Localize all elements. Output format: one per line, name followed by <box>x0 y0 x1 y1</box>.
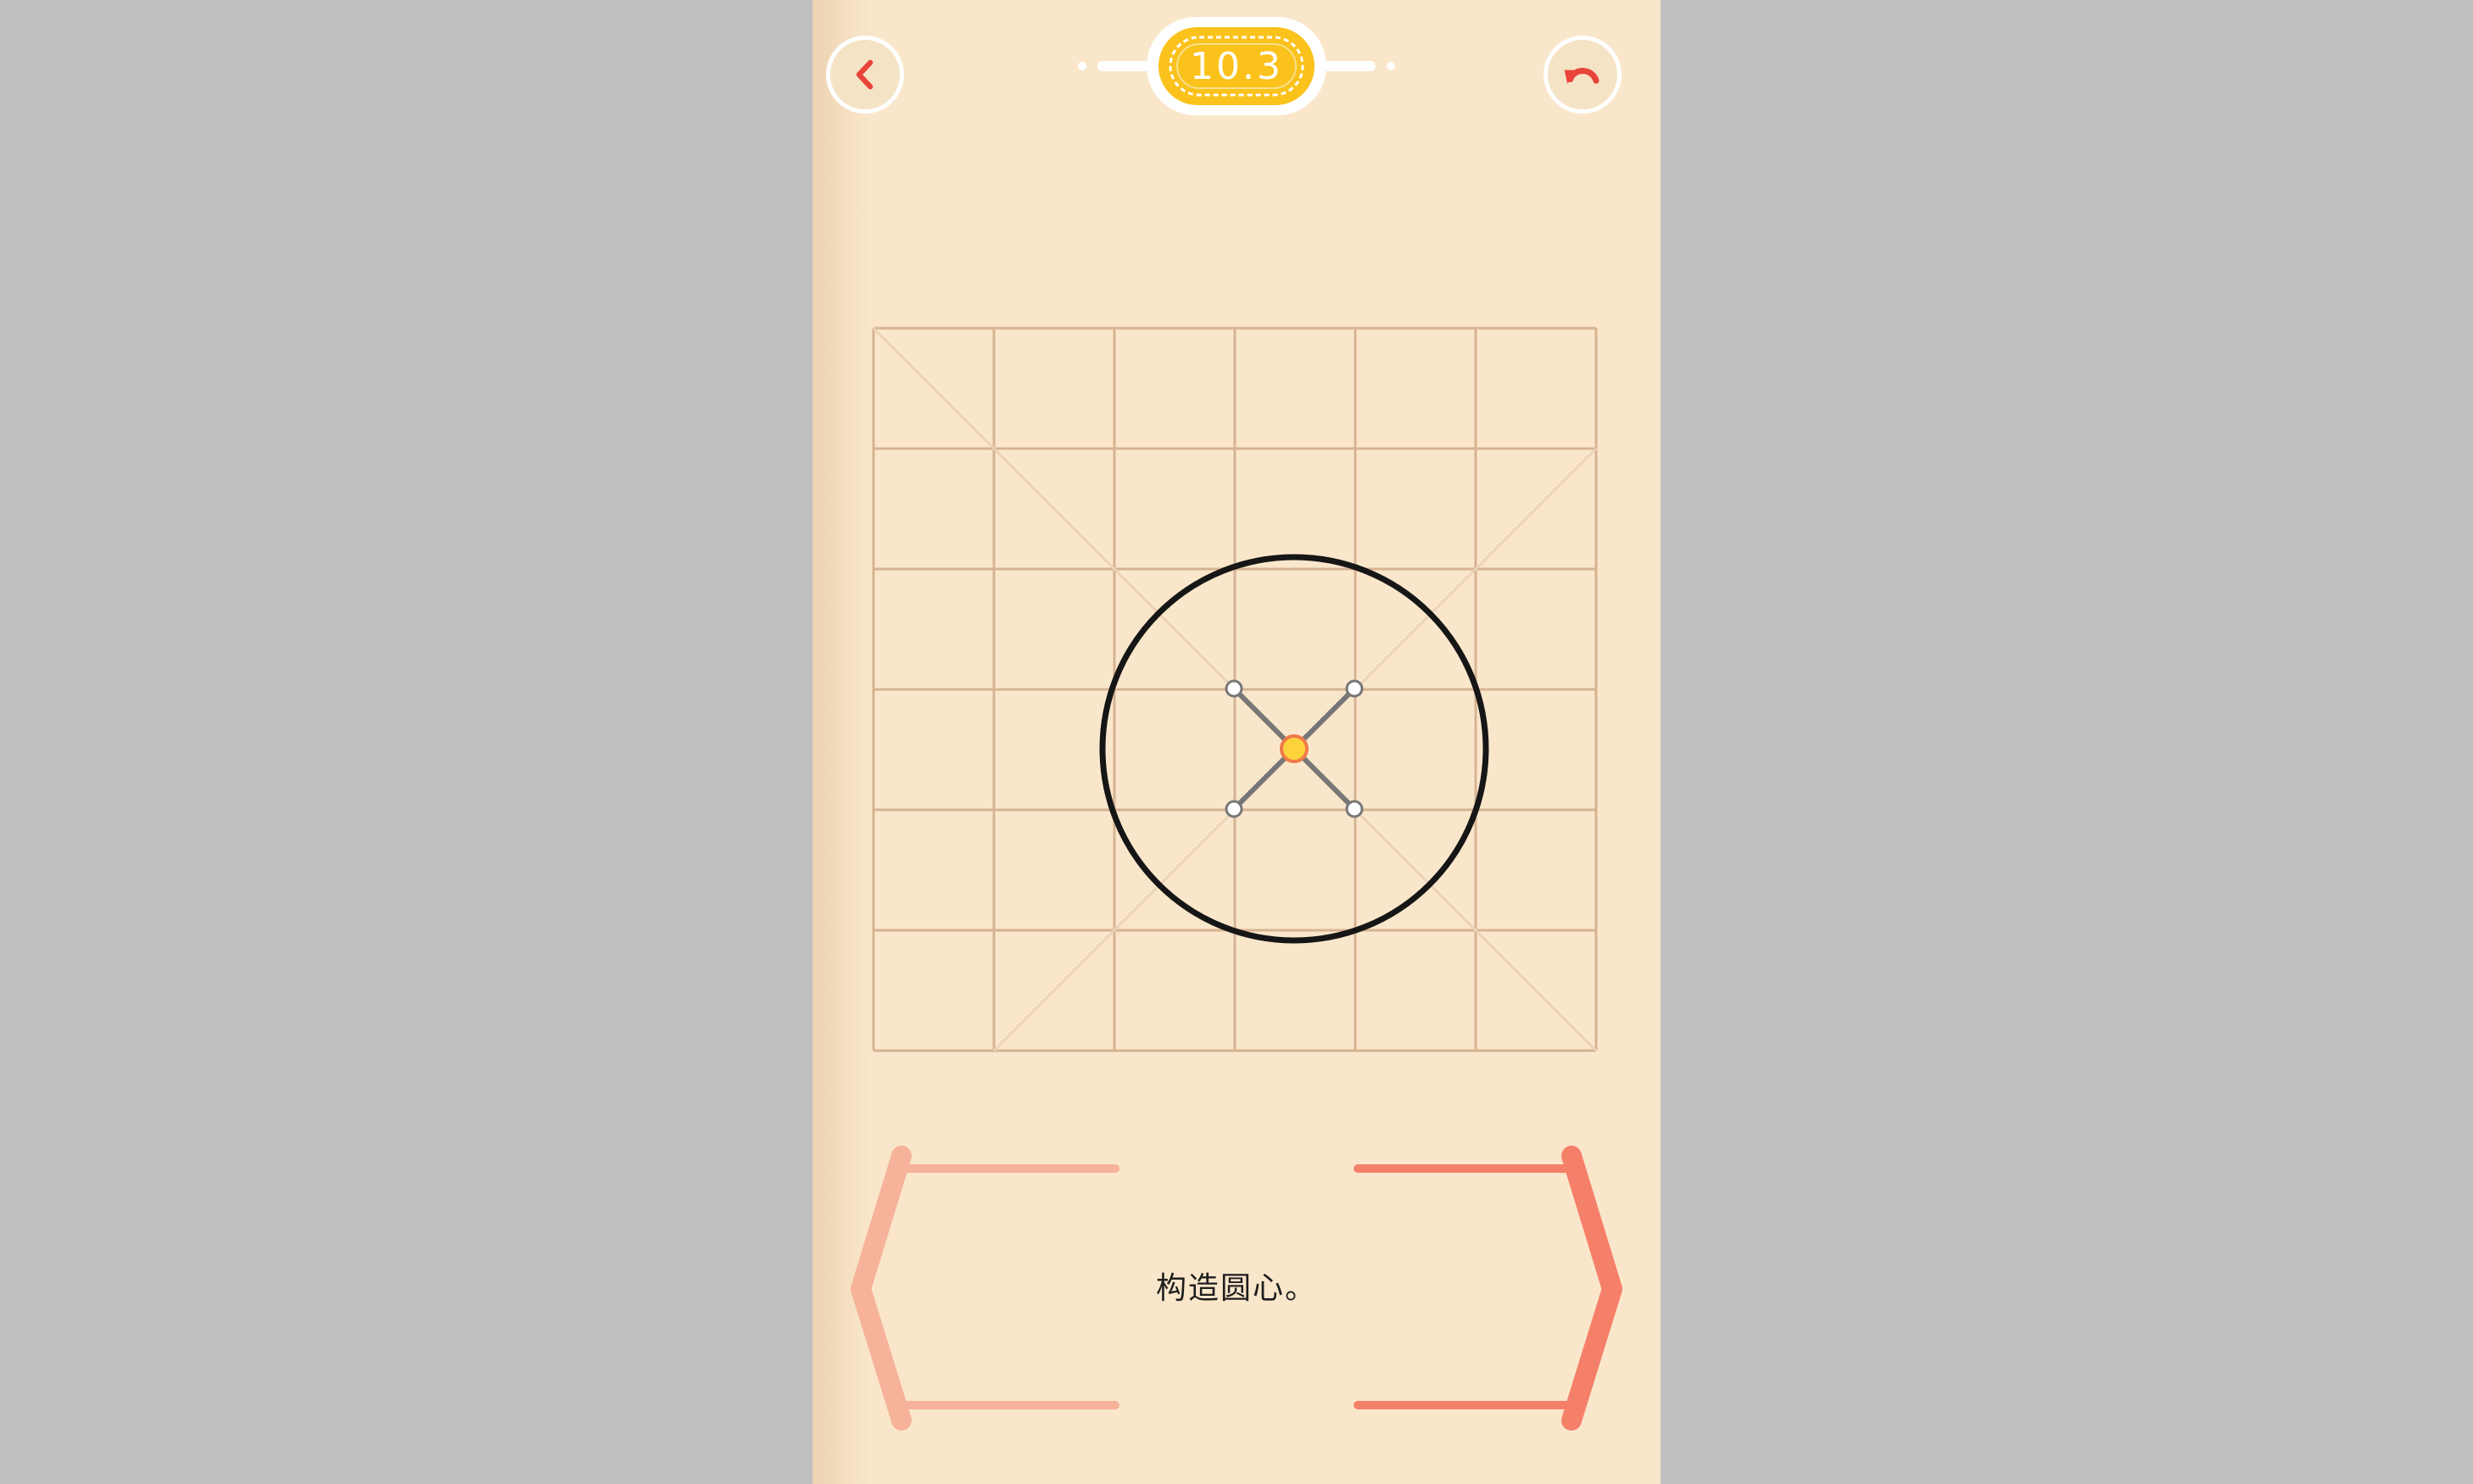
endpoint[interactable] <box>1345 679 1364 698</box>
endpoint[interactable] <box>1225 800 1243 818</box>
endpoint[interactable] <box>1225 679 1243 698</box>
circle-center-point[interactable] <box>1280 734 1309 763</box>
game-screen: 10.3 构造圆心。 <box>812 0 1661 1484</box>
endpoint[interactable] <box>1345 800 1364 818</box>
hint-text: 构造圆心。 <box>1155 1271 1317 1306</box>
